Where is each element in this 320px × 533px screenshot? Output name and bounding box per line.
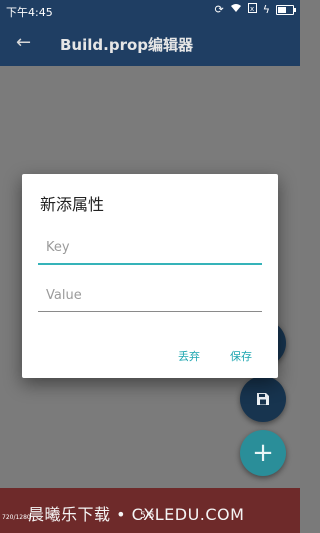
key-field[interactable]: Key	[38, 240, 262, 265]
page-title: Build.prop编辑器	[60, 36, 194, 54]
plus-icon: +	[252, 438, 274, 468]
watermark-text: 晨曦乐下载 • CXLEDU.COM	[28, 505, 245, 524]
key-underline	[38, 263, 262, 265]
value-field[interactable]: Value	[38, 288, 262, 312]
add-fab-button[interactable]: +	[240, 430, 286, 476]
arrow-left-icon[interactable]: ←	[16, 32, 31, 53]
add-property-dialog: 新添属性 Key Value 丢弃 保存	[22, 174, 278, 378]
wifi-icon	[230, 3, 242, 16]
discard-button[interactable]: 丢弃	[178, 348, 200, 364]
status-bar: 下午4:45 ⟳ x ϟ	[0, 0, 300, 22]
status-icons: ⟳ x ϟ	[214, 3, 296, 16]
value-underline	[38, 311, 262, 312]
save-fab-button[interactable]	[240, 376, 286, 422]
key-placeholder: Key	[46, 240, 70, 255]
status-time: 下午4:45	[6, 6, 53, 19]
sim-icon: x	[247, 3, 257, 16]
battery-icon	[276, 4, 296, 15]
charging-icon: ϟ	[262, 3, 270, 16]
svg-text:x: x	[250, 5, 254, 13]
app-bar: ← Build.prop编辑器	[0, 22, 300, 66]
save-icon	[257, 393, 269, 405]
page-indicator: 5/5	[140, 511, 155, 521]
dialog-title: 新添属性	[40, 195, 105, 214]
sync-icon: ⟳	[214, 3, 224, 16]
save-button[interactable]: 保存	[230, 348, 252, 364]
resolution-label: 720/1280	[2, 514, 31, 521]
value-placeholder: Value	[46, 288, 82, 303]
battery-level	[278, 6, 287, 13]
